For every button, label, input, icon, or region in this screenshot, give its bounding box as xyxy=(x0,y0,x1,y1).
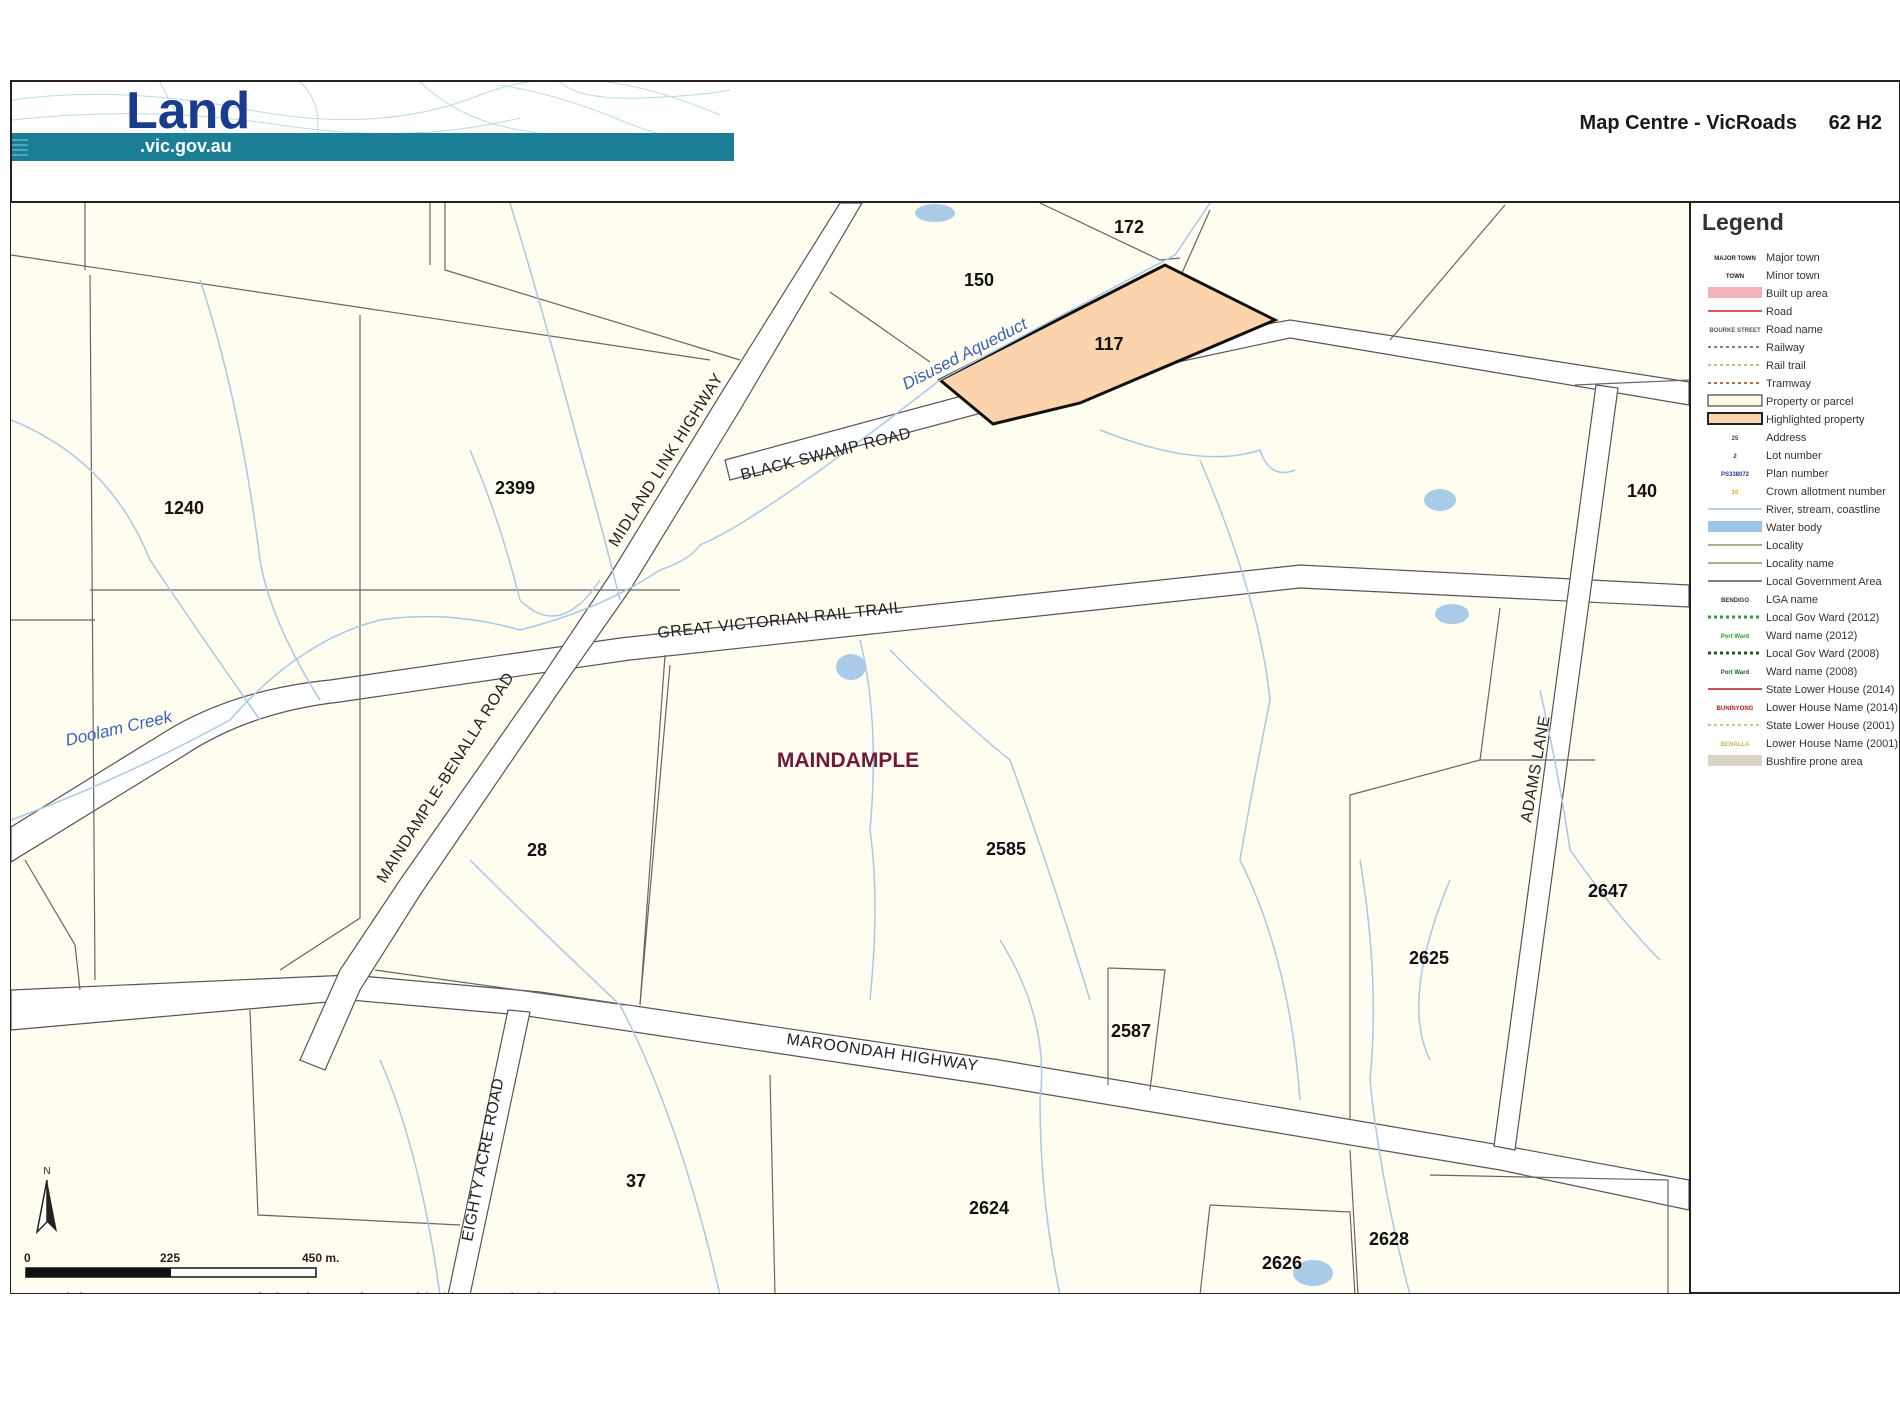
legend-swatch xyxy=(1707,412,1763,425)
legend-symbol: Port Ward xyxy=(1721,634,1750,640)
legend-label: Locality xyxy=(1766,540,1804,552)
lot-2587: 2587 xyxy=(1111,1021,1151,1041)
legend-label: Crown allotment number xyxy=(1766,486,1886,498)
legend-label: Railway xyxy=(1766,342,1805,354)
map-canvas[interactable]: 172 150 117 2399 1240 140 28 2585 2647 2… xyxy=(11,203,1691,1308)
lot-2399: 2399 xyxy=(495,478,535,498)
legend-symbol: BENALLA xyxy=(1721,742,1750,748)
legend-swatch xyxy=(1707,394,1763,407)
lot-117: 117 xyxy=(1094,334,1123,354)
legend-label: Lot number xyxy=(1766,450,1822,462)
legend-label: State Lower House (2014) xyxy=(1766,684,1894,696)
map-page: Land .vic.gov.au Map Centre - VicRoads 6… xyxy=(10,80,1900,1308)
logo-domain: .vic.gov.au xyxy=(140,136,232,156)
legend-label: Tramway xyxy=(1766,378,1811,390)
legend-label: Road name xyxy=(1766,324,1823,336)
legend-symbol: Port Ward xyxy=(1721,670,1750,676)
svg-text:N: N xyxy=(43,1166,50,1177)
legend-swatch xyxy=(1708,521,1762,532)
legend-label: Plan number xyxy=(1766,468,1829,480)
legend-swatch xyxy=(1708,755,1762,766)
legend-label: Address xyxy=(1766,432,1807,444)
legend-label: Highlighted property xyxy=(1766,414,1865,426)
legend-label: Road xyxy=(1766,306,1792,318)
legend-symbol: BOURKE STREET xyxy=(1709,328,1761,334)
legend-label: Locality name xyxy=(1766,558,1834,570)
legend-label: Local Gov Ward (2012) xyxy=(1766,612,1879,624)
lot-28: 28 xyxy=(527,840,547,860)
logo-word: Land xyxy=(126,82,250,140)
legend-label: Major town xyxy=(1766,252,1820,264)
lot-140: 140 xyxy=(1627,481,1657,501)
map-centre-label: Map Centre - VicRoads xyxy=(1580,112,1797,134)
lot-2628: 2628 xyxy=(1369,1229,1409,1249)
lot-150: 150 xyxy=(964,270,994,290)
legend-symbol: 10 xyxy=(1732,490,1739,496)
legend-swatch xyxy=(1708,287,1762,298)
legend-label: Local Government Area xyxy=(1766,576,1882,588)
legend-label: Built up area xyxy=(1766,288,1829,300)
legend-label: Minor town xyxy=(1766,270,1820,282)
legend-label: Ward name (2008) xyxy=(1766,666,1857,678)
legend-label: State Lower House (2001) xyxy=(1766,720,1894,732)
legend-symbol: BUNINYONG xyxy=(1717,706,1754,712)
legend-label: Local Gov Ward (2008) xyxy=(1766,648,1879,660)
legend-label: Bushfire prone area xyxy=(1766,756,1863,768)
legend-symbol: PS338072 xyxy=(1721,472,1750,478)
legend-title: Legend xyxy=(1702,209,1784,235)
legend-label: Lower House Name (2014) xyxy=(1766,702,1898,714)
lot-1240: 1240 xyxy=(164,498,204,518)
locality-label: MAINDAMPLE xyxy=(777,749,919,772)
svg-text:0: 0 xyxy=(24,1251,31,1265)
legend-symbol: 25 xyxy=(1732,436,1739,442)
legend-label: Rail trail xyxy=(1766,360,1806,372)
legend-label: River, stream, coastline xyxy=(1766,504,1880,516)
map-ref-label: 62 H2 xyxy=(1829,112,1882,134)
legend-label: Property or parcel xyxy=(1766,396,1853,408)
lot-37: 37 xyxy=(626,1171,646,1191)
svg-text:225: 225 xyxy=(160,1251,180,1265)
lot-172: 172 xyxy=(1114,217,1144,237)
svg-text:450 m.: 450 m. xyxy=(302,1251,339,1265)
legend-label: Lower House Name (2001) xyxy=(1766,738,1898,750)
lot-2624: 2624 xyxy=(969,1198,1009,1218)
legend-item: Highlighted property xyxy=(1707,412,1865,426)
legend-symbol: TOWN xyxy=(1726,274,1744,280)
lot-2585: 2585 xyxy=(986,839,1026,859)
legend-symbol: MAJOR TOWN xyxy=(1714,256,1756,262)
lot-2625: 2625 xyxy=(1409,948,1449,968)
legend-symbol: BENDIGO xyxy=(1721,598,1749,604)
legend-item: Property or parcel xyxy=(1707,394,1853,408)
legend-label: Water body xyxy=(1766,522,1822,534)
legend-label: Ward name (2012) xyxy=(1766,630,1857,642)
lot-2626: 2626 xyxy=(1262,1253,1302,1273)
legend-label: LGA name xyxy=(1766,594,1818,606)
lot-2647: 2647 xyxy=(1588,881,1628,901)
